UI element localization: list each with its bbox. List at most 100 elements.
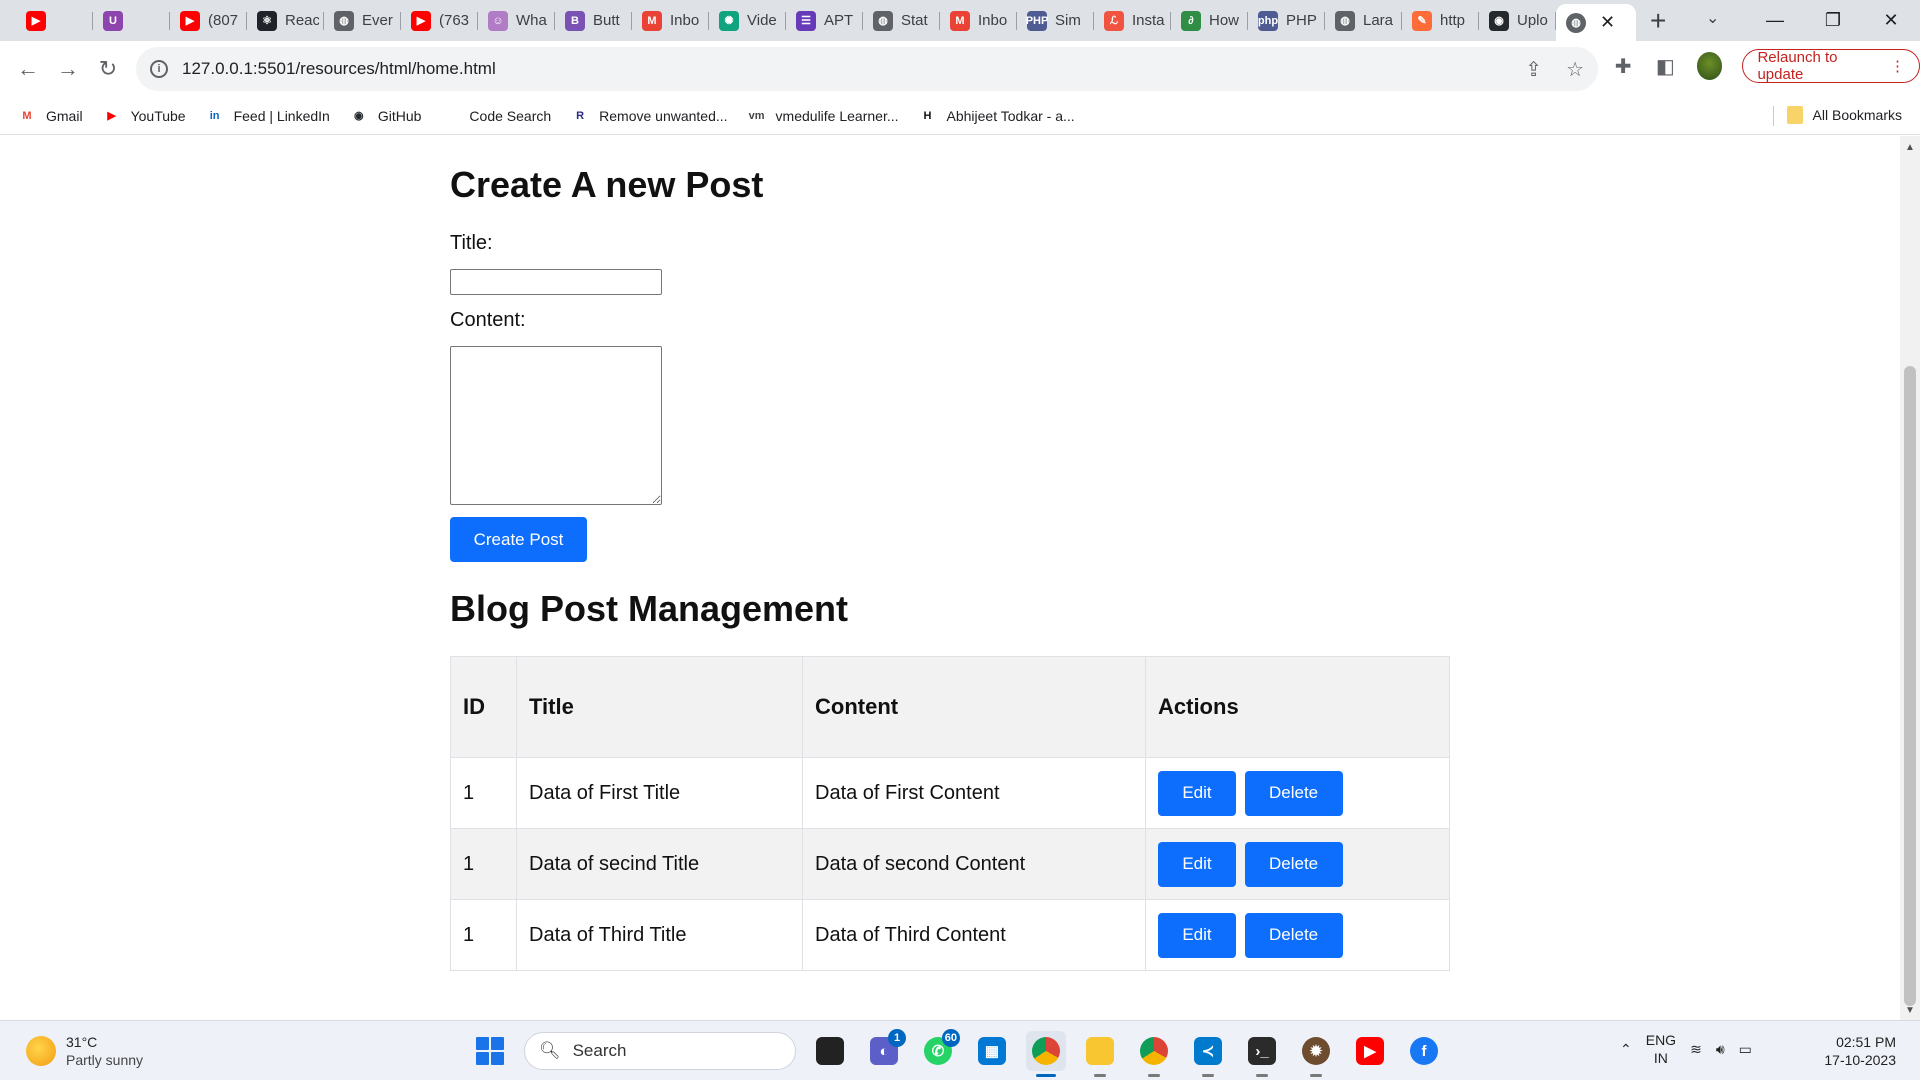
create-post-heading: Create A new Post (450, 164, 764, 205)
browser-tab[interactable]: ☺ Wha (478, 0, 555, 41)
browser-tab[interactable]: B Butt (555, 0, 632, 41)
active-tab[interactable]: ◍ ✕ (1556, 4, 1636, 41)
teams-chat-icon[interactable]: ◐ 1 (864, 1029, 906, 1071)
bookmark-item[interactable]: H Abhijeet Todkar - a... (919, 107, 1075, 125)
youtube-icon[interactable]: ▶ (1350, 1031, 1390, 1071)
back-button[interactable]: ← (8, 56, 48, 82)
facebook-icon[interactable]: f (1404, 1031, 1444, 1071)
start-button[interactable] (470, 1031, 510, 1071)
browser-tab[interactable]: php PHP (1248, 0, 1325, 41)
edit-button[interactable]: Edit (1158, 912, 1236, 958)
table-row: 1 Data of First Title Data of First Cont… (450, 757, 1450, 829)
weather-widget[interactable]: 31°C Partly sunny (26, 1033, 143, 1069)
browser-tab[interactable]: ✎ http (1402, 0, 1479, 41)
teams-badge: 1 (888, 1029, 906, 1047)
relaunch-button[interactable]: Relaunch to update ⋮ (1742, 49, 1920, 83)
page-scrollbar[interactable]: ▲ ▼ (1900, 136, 1920, 1020)
app-emblem-icon[interactable]: ✹ (1296, 1031, 1336, 1077)
extensions-puzzle-icon[interactable]: ✚ (1612, 54, 1634, 79)
php-icon: PHP (1026, 10, 1048, 31)
wifi-icon[interactable]: ≋ (1690, 1041, 1702, 1058)
bookmark-item[interactable]: vm vmedulife Learner... (748, 107, 899, 125)
share-icon[interactable]: ⇪ (1525, 57, 1542, 82)
tab-label: (763 (439, 12, 470, 29)
language-indicator[interactable]: ENG IN (1646, 1031, 1676, 1067)
url-text[interactable]: 127.0.0.1:5501/resources/html/home.html (182, 59, 496, 79)
forward-button[interactable]: → (48, 56, 88, 82)
browser-tab[interactable]: U (93, 0, 170, 41)
site-info-icon[interactable]: i (150, 60, 168, 78)
task-view-icon[interactable] (810, 1031, 850, 1071)
delete-button[interactable]: Delete (1244, 770, 1343, 816)
bookmark-item[interactable]: M Gmail (18, 107, 82, 125)
bookmarks-bar: M Gmail ▶ YouTube in Feed | LinkedIn ◉ GitHub Co… (0, 97, 1920, 135)
browser-tab[interactable]: ▶ (763 (401, 0, 478, 41)
globe-icon: ◍ (334, 10, 354, 31)
browser-tab[interactable]: PHP Sim (1017, 0, 1094, 41)
chrome-profile-icon[interactable] (1134, 1031, 1174, 1077)
browser-tab[interactable]: ✺ Vide (709, 0, 786, 41)
tab-label: http (1440, 12, 1466, 29)
browser-tab[interactable]: M Inbo (632, 0, 709, 41)
clock[interactable]: 02:51 PM 17-10-2023 (1824, 1033, 1896, 1069)
bookmark-item[interactable]: in Feed | LinkedIn (206, 107, 330, 125)
taskbar-search[interactable]: 🔍︎ Search (524, 1032, 796, 1070)
browser-tab[interactable]: M Inbo (940, 0, 1017, 41)
bookmark-star-icon[interactable]: ☆ (1566, 57, 1584, 82)
tab-label: Sim (1055, 12, 1081, 29)
scrollbar-thumb[interactable] (1904, 366, 1916, 1006)
chrome-icon[interactable] (1026, 1031, 1066, 1077)
whatsapp-icon[interactable]: ✆ 60 (918, 1029, 960, 1071)
page-viewport: Create A new Post Title: Content: Create… (0, 136, 1900, 1020)
browser-tab[interactable]: ☰ APT (786, 0, 863, 41)
openai-icon: ✺ (719, 10, 739, 31)
scroll-up-arrow-icon[interactable]: ▲ (1905, 142, 1915, 153)
vscode-icon[interactable]: ≺ (1188, 1031, 1228, 1077)
browser-tab[interactable]: ◍ Ever (324, 0, 401, 41)
title-input[interactable] (450, 269, 662, 295)
laravel-icon: ℒ (1104, 10, 1124, 31)
browser-tab[interactable]: ⚛ Reac (247, 0, 324, 41)
bookmark-item[interactable]: ▶ YouTube (103, 107, 185, 125)
scroll-down-arrow-icon[interactable]: ▼ (1905, 1005, 1915, 1016)
bookmark-item[interactable]: ◉ GitHub (350, 107, 421, 125)
create-post-button[interactable]: Create Post (450, 517, 587, 562)
browser-tab[interactable]: ◍ Stat (863, 0, 940, 41)
microsoft-store-icon[interactable]: ▦ (972, 1031, 1012, 1071)
file-explorer-icon[interactable] (1080, 1031, 1120, 1077)
battery-icon[interactable]: ▭ (1739, 1041, 1752, 1058)
side-panel-icon[interactable]: ◧ (1654, 54, 1676, 79)
edit-button[interactable]: Edit (1158, 841, 1236, 887)
reload-button[interactable]: ↻ (88, 56, 128, 82)
profile-avatar[interactable] (1696, 52, 1723, 80)
windows-taskbar: 31°C Partly sunny 🔍︎ Search ◐ 1 ✆ 60 ▦ ≺ ›… (0, 1020, 1920, 1080)
tab-search-chevron-icon[interactable]: ⌄ (1706, 8, 1719, 28)
volume-icon[interactable]: 🔊︎ (1716, 1041, 1725, 1058)
new-tab-button[interactable]: + (1650, 5, 1666, 37)
cell-id: 1 (450, 828, 517, 900)
bookmark-item[interactable]: Code Search (441, 107, 551, 125)
browser-tab[interactable]: ◍ Lara (1325, 0, 1402, 41)
browser-tab[interactable]: ▶ (807 (170, 0, 247, 41)
tray-overflow-chevron-icon[interactable]: ⌃ (1620, 1041, 1632, 1058)
react-icon: ⚛ (257, 10, 277, 31)
bookmark-item[interactable]: R Remove unwanted... (571, 107, 727, 125)
cell-content: Data of second Content (802, 828, 1146, 900)
close-tab-icon[interactable]: ✕ (1600, 12, 1615, 33)
minimize-button[interactable]: — (1746, 10, 1804, 31)
delete-button[interactable]: Delete (1244, 912, 1343, 958)
youtube-icon: ▶ (26, 10, 46, 31)
browser-tab[interactable]: ∂ How (1171, 0, 1248, 41)
all-bookmarks-button[interactable]: All Bookmarks (1772, 106, 1902, 126)
terminal-icon[interactable]: ›_ (1242, 1031, 1282, 1077)
browser-tab[interactable]: ▶ (16, 0, 93, 41)
close-window-button[interactable]: ✕ (1862, 10, 1920, 31)
tab-label: How (1209, 12, 1240, 29)
content-textarea[interactable] (450, 346, 662, 505)
edit-button[interactable]: Edit (1158, 770, 1236, 816)
browser-tab[interactable]: ℒ Insta (1094, 0, 1171, 41)
delete-button[interactable]: Delete (1244, 841, 1343, 887)
browser-tab[interactable]: ◉ Uplo (1479, 0, 1556, 41)
address-bar[interactable]: i 127.0.0.1:5501/resources/html/home.htm… (136, 47, 1598, 91)
restore-button[interactable]: ❐ (1804, 10, 1862, 31)
